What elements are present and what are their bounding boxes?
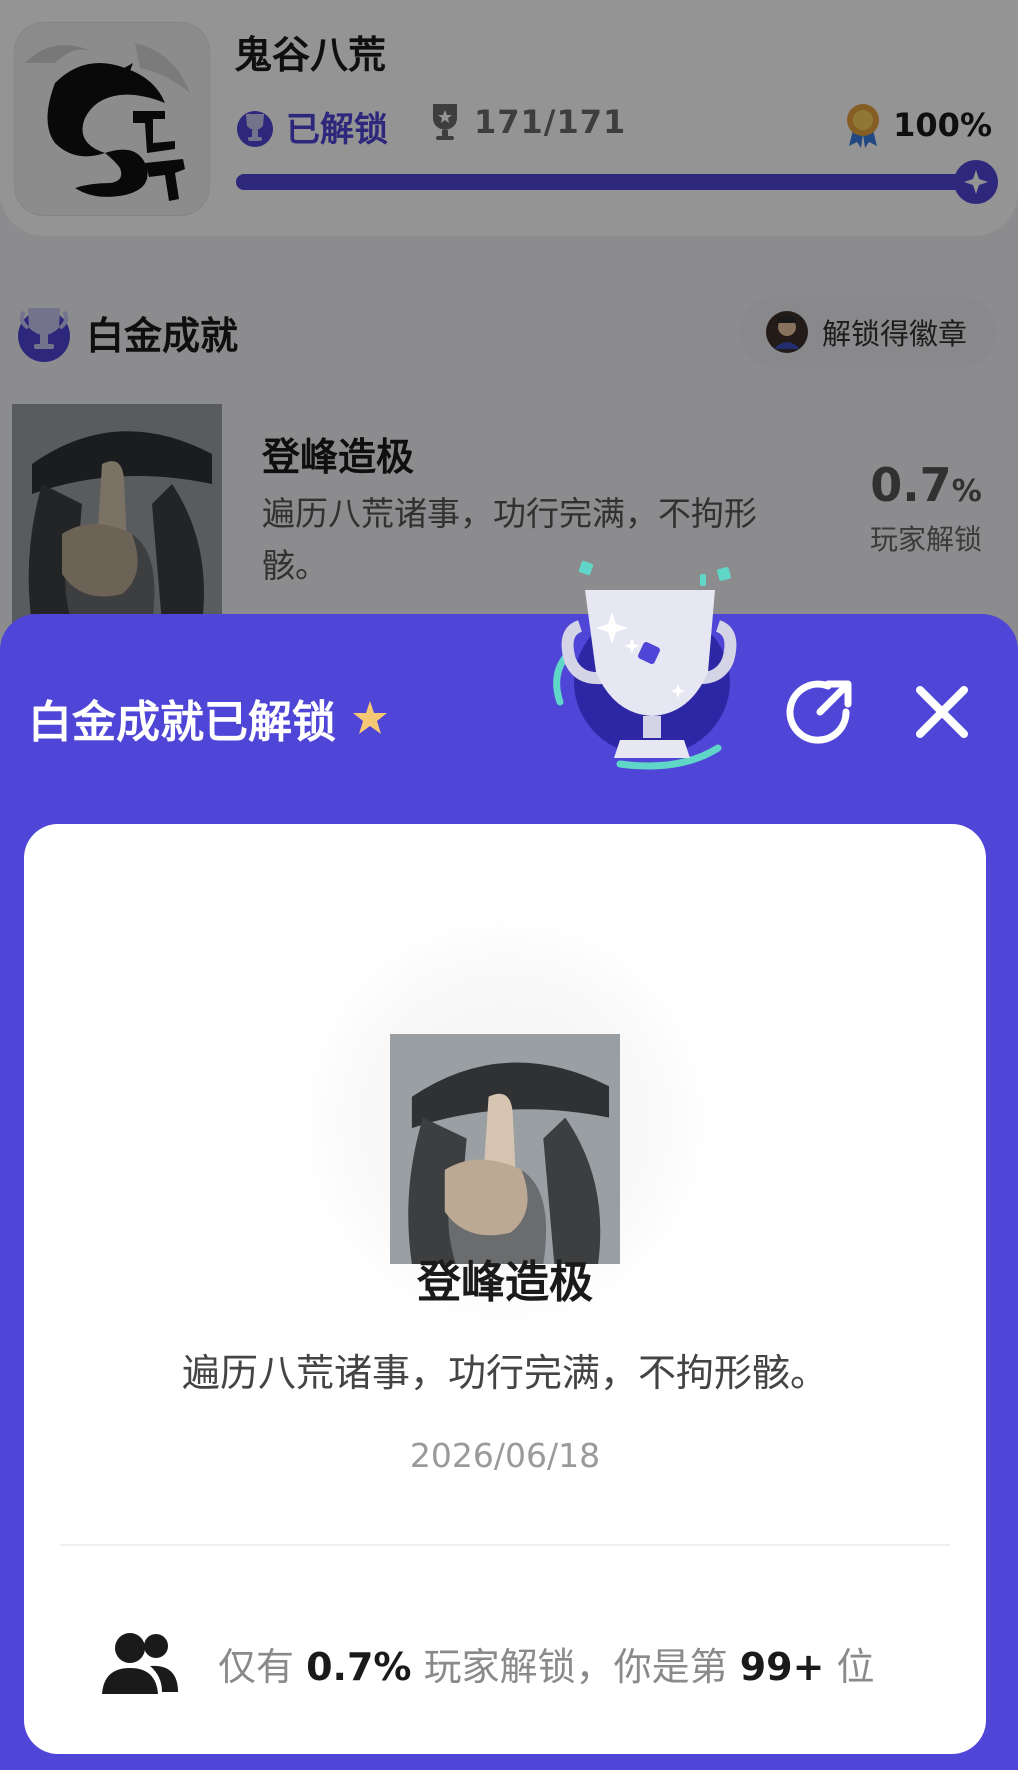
detail-title: 登峰造极 <box>417 1257 593 1308</box>
sheet-title-label: 白金成就已解锁 <box>28 697 336 748</box>
achievement-unlocked-sheet: 白金成就已解锁 登峰造极 遍历八荒诸事，功行完满，不拘形骸。 2026/06/1… <box>0 560 1018 1770</box>
footer-prefix: 仅有 <box>218 1644 295 1689</box>
trophy-illustration <box>553 560 737 770</box>
close-icon[interactable] <box>906 676 978 748</box>
divider <box>60 1544 950 1546</box>
achievement-illustration <box>390 1034 620 1264</box>
sparkle-star-icon <box>353 701 387 734</box>
sheet-title: 白金成就已解锁 <box>28 686 390 750</box>
footer-middle: 玩家解锁，你是第 <box>423 1644 728 1689</box>
users-icon <box>102 1633 178 1694</box>
footer-rank: 99+ <box>739 1644 825 1689</box>
achievement-image <box>390 1034 620 1264</box>
rarity-footer: 仅有 0.7% 玩家解锁，你是第 99+ 位 <box>100 1628 940 1698</box>
footer-rate: 0.7% <box>306 1644 412 1689</box>
detail-description: 遍历八荒诸事，功行完满，不拘形骸。 <box>181 1351 828 1395</box>
modal-overlay[interactable] <box>0 0 1018 700</box>
achievement-detail-card: 登峰造极 遍历八荒诸事，功行完满，不拘形骸。 2026/06/18 仅有 0.7… <box>24 824 986 1754</box>
footer-suffix: 位 <box>836 1644 875 1689</box>
unlock-date: 2026/06/18 <box>409 1436 601 1475</box>
share-icon[interactable] <box>784 676 856 748</box>
